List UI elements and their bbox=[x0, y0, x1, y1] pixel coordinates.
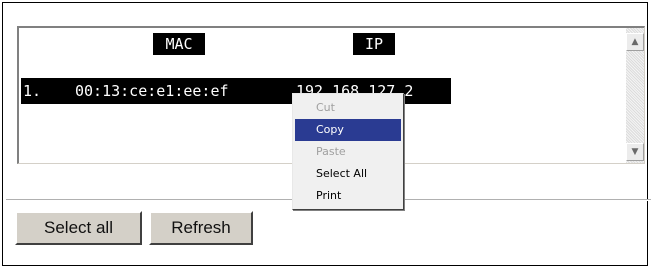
ip-column-header: IP bbox=[353, 33, 395, 55]
context-menu-select-all[interactable]: Select All bbox=[295, 163, 401, 185]
scroll-down-arrow-icon[interactable]: ▼ bbox=[626, 143, 644, 161]
mac-column-header: MAC bbox=[153, 33, 205, 55]
select-all-button[interactable]: Select all bbox=[15, 211, 142, 245]
context-menu-copy[interactable]: Copy bbox=[295, 119, 401, 141]
refresh-button[interactable]: Refresh bbox=[149, 211, 253, 245]
row-mac-address: 00:13:ce:e1:ee:ef bbox=[75, 82, 229, 100]
context-menu-print[interactable]: Print bbox=[295, 185, 401, 207]
row-index: 1. bbox=[23, 82, 42, 100]
dialog-frame: MAC IP 1. 00:13:ce:e1:ee:ef 192.168.127.… bbox=[2, 2, 651, 266]
context-menu-paste[interactable]: Paste bbox=[295, 141, 401, 163]
context-menu-cut[interactable]: Cut bbox=[295, 97, 401, 119]
context-menu: Cut Copy Paste Select All Print bbox=[292, 93, 404, 210]
scroll-up-arrow-icon[interactable]: ▲ bbox=[626, 33, 644, 51]
vertical-scrollbar[interactable]: ▲ ▼ bbox=[626, 28, 644, 163]
